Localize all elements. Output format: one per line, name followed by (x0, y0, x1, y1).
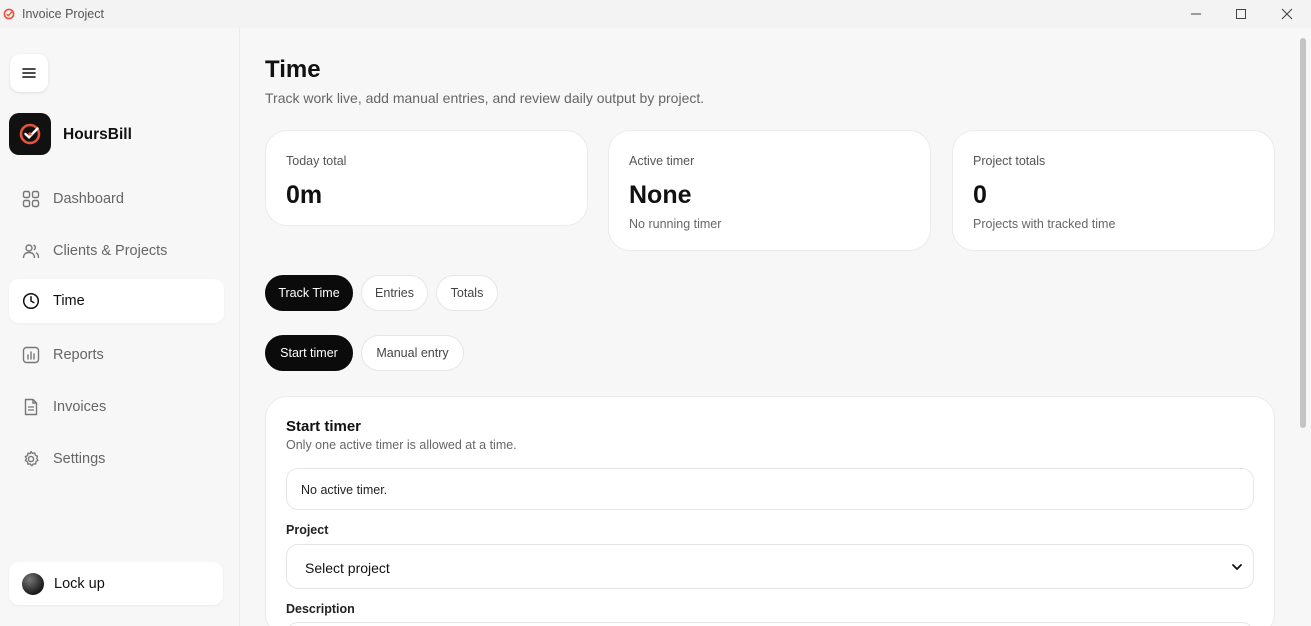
project-field-label: Project (286, 523, 329, 537)
document-icon (24, 398, 38, 416)
grid-icon (22, 190, 40, 208)
lock-label: Lock up (54, 576, 105, 592)
brand-name: HoursBill (63, 126, 132, 143)
tab-entries[interactable]: Entries (361, 275, 428, 311)
sidebar-item-reports[interactable]: Reports (9, 333, 224, 377)
lock-button[interactable]: Lock up (9, 562, 223, 605)
stat-value: 0m (286, 181, 323, 209)
stat-value: 0 (973, 181, 987, 209)
description-input[interactable] (286, 622, 1254, 626)
manual-entry-mode-button[interactable]: Manual entry (361, 335, 464, 371)
bar-chart-icon (22, 346, 40, 364)
brand-logo (9, 113, 51, 155)
lock-avatar-icon (22, 573, 44, 595)
page-title: Time (265, 56, 321, 83)
users-icon (22, 244, 40, 259)
app-logo-icon (3, 8, 15, 20)
timer-status-box: No active timer. (286, 468, 1254, 510)
stat-value: None (629, 181, 692, 209)
sidebar-item-time[interactable]: Time (9, 279, 224, 323)
tab-totals[interactable]: Totals (436, 275, 498, 311)
scrollbar-thumb[interactable] (1300, 38, 1306, 428)
sidebar-item-label: Invoices (53, 399, 107, 415)
stat-card-today-total: Today total 0m (265, 130, 588, 226)
stat-card-project-totals: Project totals 0 Projects with tracked t… (952, 130, 1275, 251)
window-title: Invoice Project (22, 7, 104, 21)
sidebar-item-invoices[interactable]: Invoices (9, 385, 224, 429)
sidebar-item-label: Clients & Projects (53, 243, 168, 259)
page-subtitle: Track work live, add manual entries, and… (265, 90, 705, 106)
stat-label: Today total (286, 154, 347, 168)
hamburger-icon (22, 68, 36, 78)
project-select-value: Select project (305, 560, 390, 576)
close-button[interactable] (1264, 0, 1310, 28)
panel-title: Start timer (286, 418, 362, 435)
start-timer-mode-button[interactable]: Start timer (265, 335, 353, 371)
sidebar-item-label: Settings (53, 451, 106, 467)
stat-card-active-timer: Active timer None No running timer (608, 130, 931, 251)
panel-subtitle: Only one active timer is allowed at a ti… (286, 438, 517, 452)
stat-note: No running timer (629, 217, 722, 231)
menu-toggle-button[interactable] (10, 54, 48, 92)
main-content: Time Track work live, add manual entries… (241, 28, 1297, 626)
stat-label: Project totals (973, 154, 1046, 168)
sidebar: HoursBill Dashboard Clients & Projects T… (0, 28, 240, 626)
maximize-icon (1236, 9, 1246, 19)
minimize-icon (1191, 13, 1201, 15)
tab-track-time[interactable]: Track Time (265, 275, 353, 311)
window-titlebar: Invoice Project (0, 0, 1311, 28)
description-field-label: Description (286, 602, 355, 616)
stat-note: Projects with tracked time (973, 217, 1116, 231)
minimize-button[interactable] (1173, 0, 1219, 28)
brand-logo-icon (19, 123, 41, 145)
clock-icon (22, 292, 40, 310)
maximize-button[interactable] (1218, 0, 1264, 28)
sidebar-item-dashboard[interactable]: Dashboard (9, 177, 224, 221)
gear-icon (24, 450, 39, 467)
main-scrollbar[interactable] (1297, 28, 1311, 626)
close-icon (1281, 8, 1293, 20)
timer-status-text: No active timer. (301, 483, 388, 497)
start-timer-panel: Start timer Only one active timer is all… (265, 396, 1275, 626)
sidebar-item-settings[interactable]: Settings (9, 437, 224, 481)
project-select[interactable]: Select project (286, 544, 1254, 589)
sidebar-item-label: Time (53, 293, 85, 309)
sidebar-item-label: Reports (53, 347, 104, 363)
sidebar-item-label: Dashboard (53, 191, 124, 207)
stat-label: Active timer (629, 154, 695, 168)
sidebar-item-clients-projects[interactable]: Clients & Projects (9, 229, 224, 273)
chevron-down-icon (1232, 564, 1242, 570)
